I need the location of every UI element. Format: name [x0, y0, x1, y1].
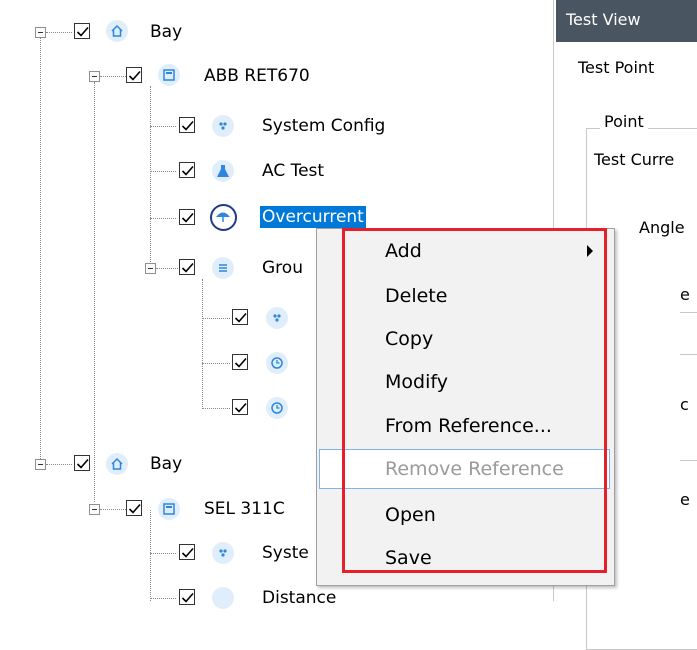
checkbox-group[interactable]: [179, 259, 195, 275]
system-config-icon: [212, 542, 234, 564]
angle-label: Angle: [639, 218, 685, 237]
checkbox-group-child-2[interactable]: [232, 354, 248, 370]
bay-home-icon: [106, 20, 128, 42]
tree-connector: [202, 279, 203, 409]
menu-item-modify[interactable]: Modify: [385, 370, 448, 394]
checkbox-bay-2[interactable]: [74, 455, 90, 471]
menu-item-from-reference[interactable]: From Reference...: [385, 414, 552, 438]
divider: [680, 460, 697, 461]
checkbox-ac-test[interactable]: [179, 162, 195, 178]
tree-connector: [150, 86, 151, 272]
collapse-toggle[interactable]: [35, 459, 46, 470]
test-point-label: Test Point: [578, 58, 655, 77]
menu-item-add[interactable]: Add: [317, 234, 614, 268]
tree-label-abb-ret670[interactable]: ABB RET670: [204, 65, 310, 87]
field-fragment: c: [680, 395, 689, 414]
device-icon: [158, 64, 180, 86]
tree-label-system-2[interactable]: Syste: [262, 542, 309, 564]
field-fragment: e: [680, 490, 690, 509]
menu-item-label: Add: [385, 240, 422, 262]
tree-label-bay-2[interactable]: Bay: [150, 453, 182, 475]
tree-connector: [150, 510, 151, 601]
collapse-toggle[interactable]: [35, 27, 46, 38]
checkbox-system-config[interactable]: [179, 117, 195, 133]
context-menu: Add Delete Copy Modify From Reference...…: [316, 228, 615, 586]
submenu-arrow-icon: [587, 245, 593, 257]
checkbox-system-2[interactable]: [179, 544, 195, 560]
device-icon: [158, 498, 180, 520]
tree-connector: [94, 82, 95, 502]
checkbox-bay[interactable]: [74, 23, 90, 39]
checkbox-sel-311c[interactable]: [126, 500, 142, 516]
system-config-icon: [266, 307, 288, 329]
menu-item-delete[interactable]: Delete: [385, 284, 447, 308]
test-current-label: Test Curre: [594, 150, 675, 169]
checkbox-group-child-1[interactable]: [232, 309, 248, 325]
collapse-toggle[interactable]: [89, 504, 100, 515]
tree-label-group[interactable]: Grou: [262, 257, 303, 279]
collapse-toggle[interactable]: [89, 71, 100, 82]
group-list-icon: [212, 257, 234, 279]
tree-label-sel-311c[interactable]: SEL 311C: [204, 498, 285, 520]
checkbox-distance[interactable]: [179, 589, 195, 605]
divider: [680, 354, 697, 355]
collapse-toggle[interactable]: [145, 263, 156, 274]
tree-connector: [40, 33, 41, 465]
clock-icon: [266, 352, 288, 374]
tree-label-system-config[interactable]: System Config: [262, 115, 385, 137]
menu-item-remove-reference[interactable]: Remove Reference: [385, 457, 564, 481]
field-fragment: e: [680, 285, 690, 304]
menu-item-save[interactable]: Save: [385, 546, 432, 570]
menu-item-copy[interactable]: Copy: [385, 327, 433, 351]
divider: [680, 312, 697, 313]
overcurrent-umbrella-icon: [210, 204, 237, 231]
clock-icon: [266, 397, 288, 419]
tree-label-ac-test[interactable]: AC Test: [262, 160, 324, 182]
panel-header: Test View: [556, 0, 697, 42]
system-config-icon: [212, 115, 234, 137]
menu-item-open[interactable]: Open: [385, 503, 436, 527]
panel-title: Test View: [566, 10, 641, 29]
tree-label-bay[interactable]: Bay: [150, 21, 182, 43]
bay-home-icon: [106, 453, 128, 475]
menu-gutter: [317, 229, 350, 585]
checkbox-abb-ret670[interactable]: [126, 67, 142, 83]
point-group-title: Point: [600, 112, 648, 131]
tree-label-overcurrent[interactable]: Overcurrent: [260, 206, 366, 228]
checkbox-group-child-3[interactable]: [232, 399, 248, 415]
distance-icon: [212, 587, 234, 609]
ac-test-flask-icon: [212, 160, 234, 182]
tree-label-distance[interactable]: Distance: [262, 587, 336, 609]
checkbox-overcurrent[interactable]: [179, 209, 195, 225]
